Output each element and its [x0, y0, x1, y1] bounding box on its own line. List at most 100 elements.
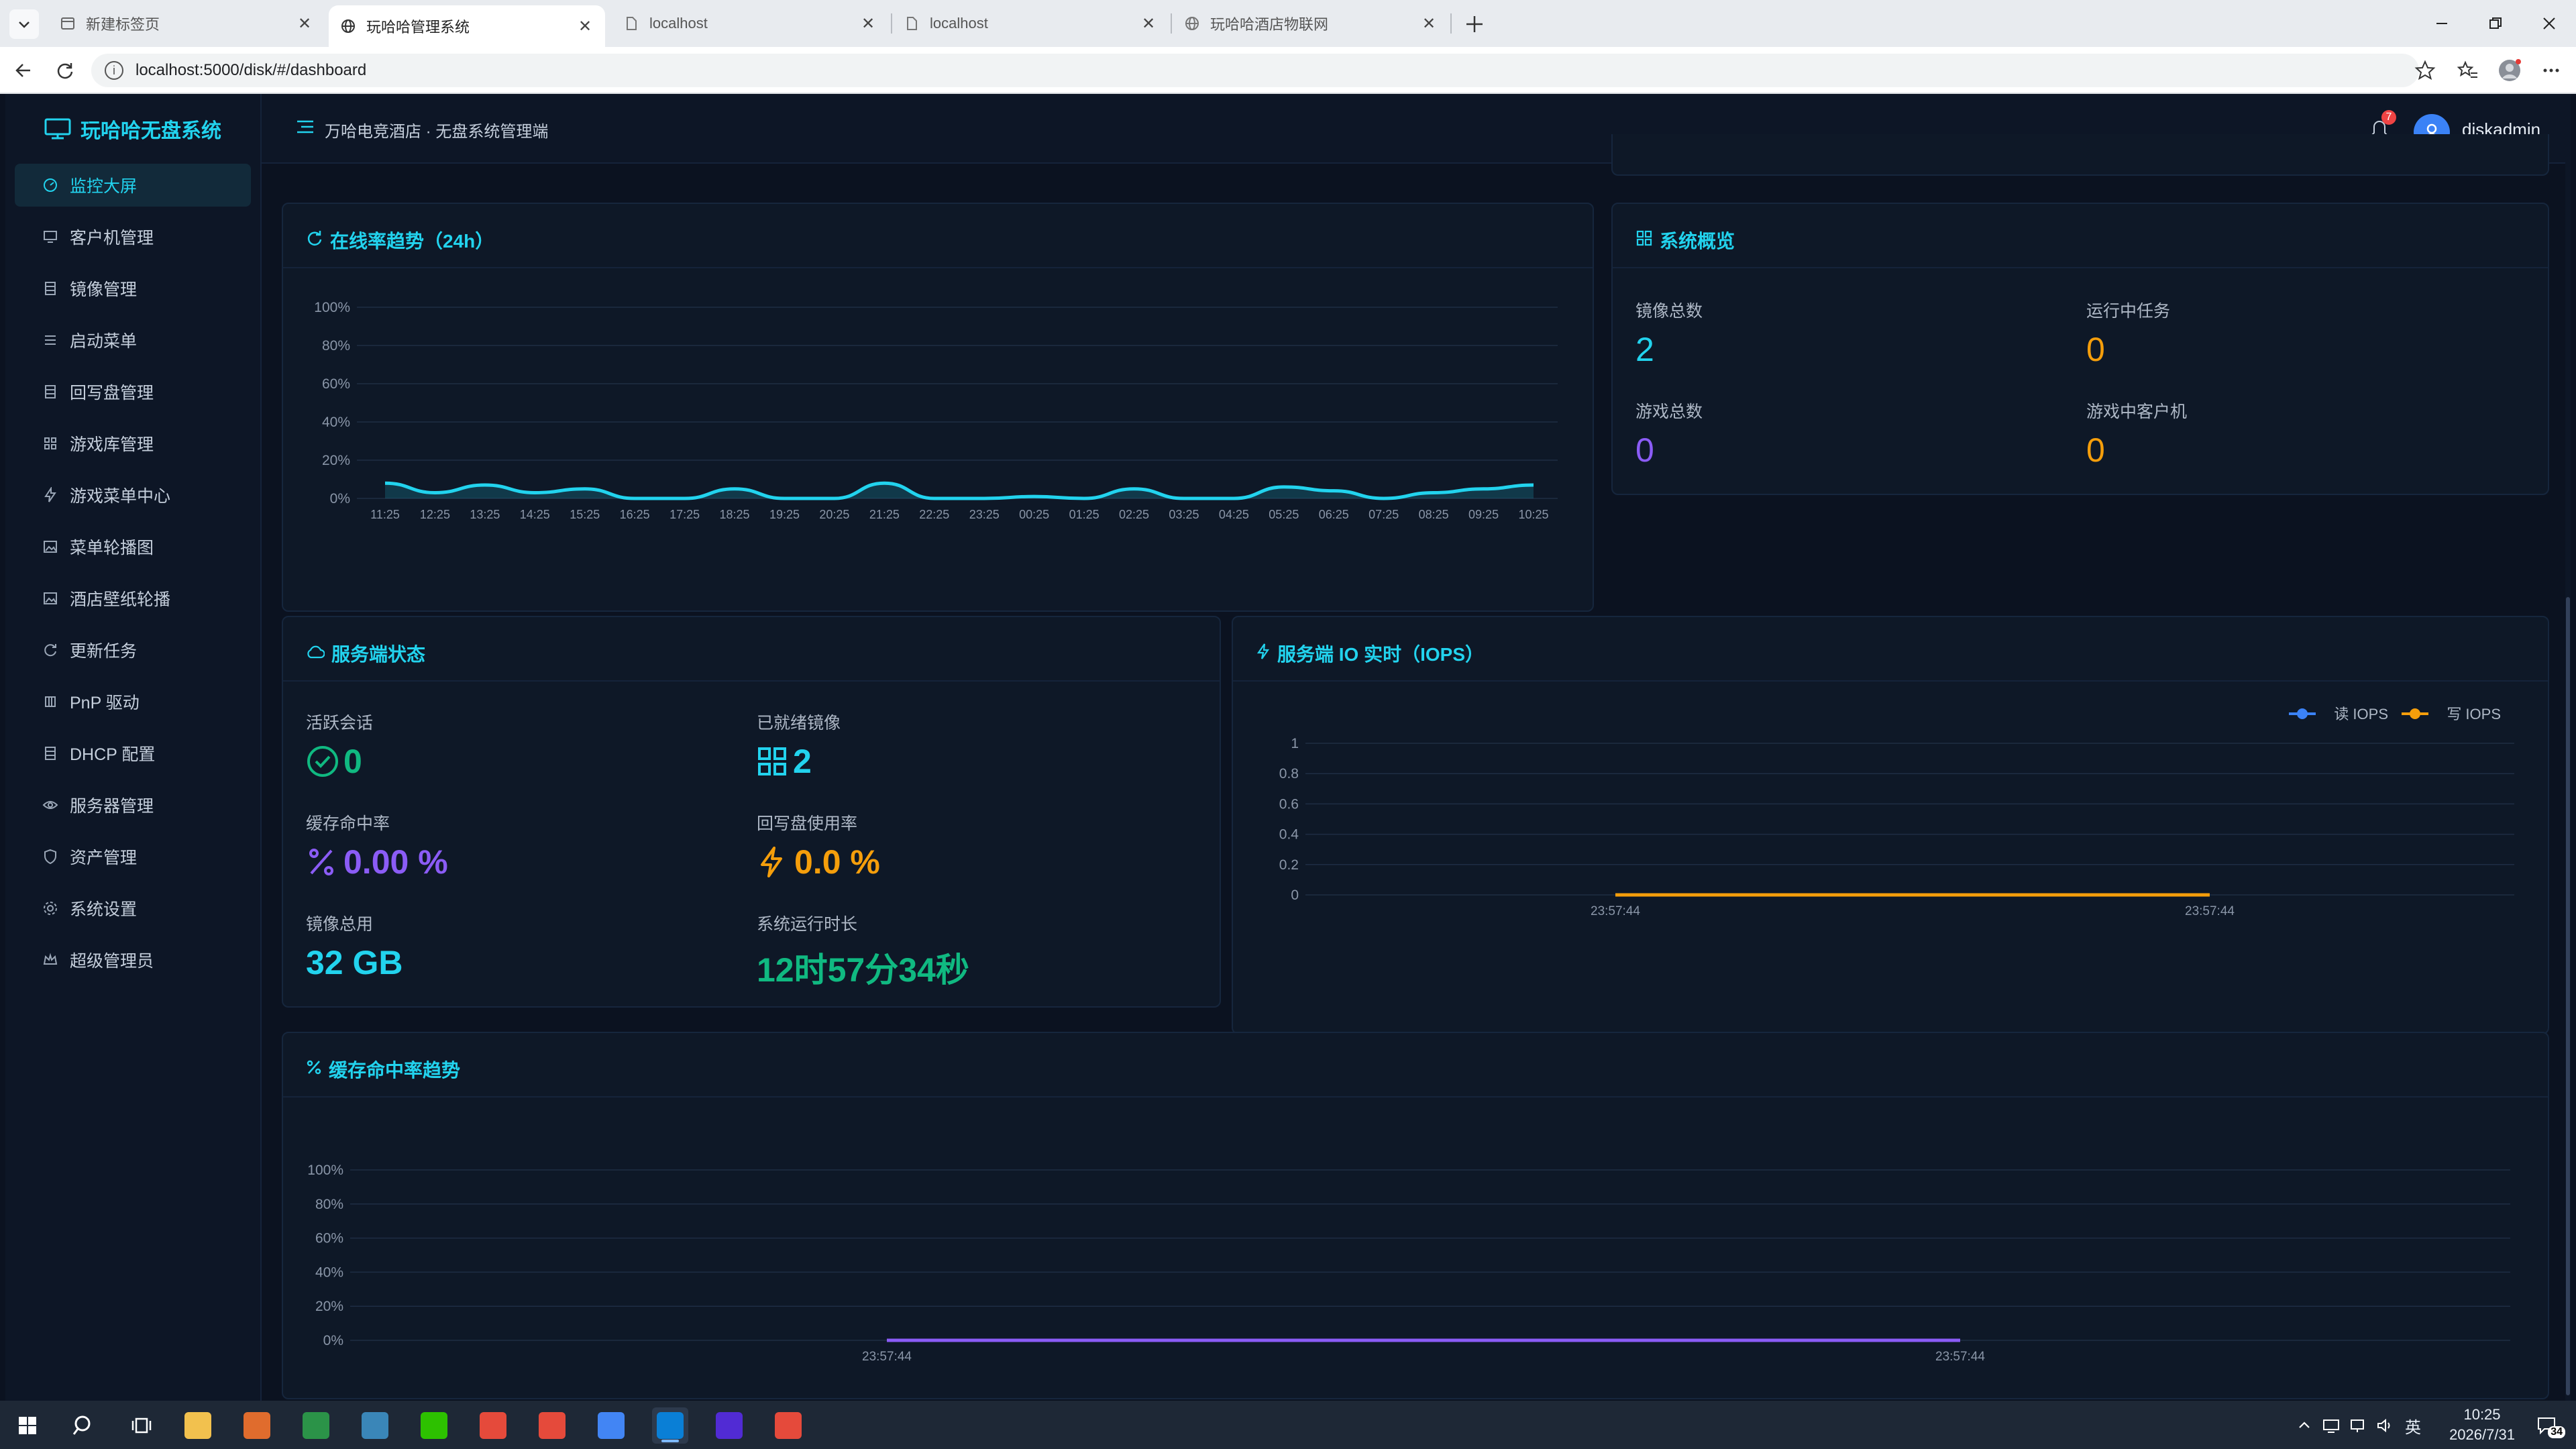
restore-button[interactable] [2469, 0, 2522, 47]
stat-uptime: 12时57分34秒 [757, 951, 969, 989]
sidebar-item-dashboard[interactable]: 监控大屏 [15, 164, 251, 207]
header-title: 万哈电竞酒店 · 无盘系统管理端 [325, 123, 549, 141]
sidebar-item-settings[interactable]: 系统设置 [15, 887, 251, 930]
sidebar-item-pnp-drivers[interactable]: PnP 驱动 [15, 680, 251, 723]
eye-icon [42, 796, 59, 814]
bolt-icon [1256, 643, 1271, 665]
bolt-icon [42, 486, 59, 504]
wps-writer-taskbar-icon[interactable] [475, 1407, 511, 1444]
x-tick-label: 16:25 [620, 508, 650, 521]
back-button[interactable] [8, 55, 39, 86]
network-icon[interactable] [2347, 1414, 2369, 1437]
display-icon[interactable] [2320, 1414, 2343, 1437]
menu-toggle-icon[interactable] [295, 117, 315, 137]
search-icon [72, 1415, 91, 1435]
shield-icon [42, 848, 59, 865]
close-icon[interactable]: ✕ [1419, 14, 1438, 33]
x-tick-label: 06:25 [1319, 508, 1349, 521]
chevron-up-icon[interactable] [2293, 1414, 2316, 1437]
dashboard-icon [42, 176, 59, 194]
more-options-icon[interactable] [2536, 55, 2567, 86]
stat-ready-images: 2 [757, 742, 812, 781]
grid-icon [758, 747, 786, 775]
file-explorer-taskbar-icon[interactable] [180, 1407, 216, 1444]
close-icon[interactable]: ✕ [859, 14, 877, 33]
sidebar-item-label: DHCP 配置 [70, 745, 156, 764]
app-c-taskbar-icon[interactable] [239, 1407, 275, 1444]
sidebar-item-images[interactable]: 镜像管理 [15, 267, 251, 310]
start-button[interactable] [9, 1407, 46, 1444]
plus-icon [1466, 16, 1483, 32]
clock-date[interactable]: 2026/7/31 [2435, 1426, 2529, 1444]
profile-icon[interactable] [2494, 55, 2525, 86]
search-button[interactable] [66, 1407, 102, 1444]
tab-list-button[interactable] [9, 9, 39, 39]
sidebar-item-wallpaper-carousel[interactable]: 酒店壁纸轮播 [15, 577, 251, 620]
sidebar-item-writeback[interactable]: 回写盘管理 [15, 370, 251, 413]
url-field[interactable]: i localhost:5000/disk/#/dashboard [91, 54, 2419, 87]
sidebar-item-label: 回写盘管理 [70, 384, 154, 402]
card-divider [283, 680, 1220, 682]
wechat-taskbar-icon[interactable] [416, 1407, 452, 1444]
sidebar-item-servers[interactable]: 服务器管理 [15, 784, 251, 826]
sidebar-item-label: 游戏菜单中心 [70, 487, 171, 506]
ime-indicator[interactable]: 英 [2402, 1414, 2424, 1437]
sidebar-item-dhcp[interactable]: DHCP 配置 [15, 732, 251, 775]
legend-marker [2297, 708, 2308, 719]
sidebar-item-label: 客户机管理 [70, 229, 154, 248]
browser-tab[interactable]: 新建标签页 ✕ [48, 5, 325, 42]
task-view-button[interactable] [123, 1407, 160, 1444]
terminal-taskbar-icon[interactable] [298, 1407, 334, 1444]
stat-label: 缓存命中率 [306, 814, 390, 833]
favorite-star-icon[interactable] [2410, 55, 2440, 86]
chrome-taskbar-icon[interactable] [593, 1407, 629, 1444]
x-tick-label: 10:25 [1518, 508, 1548, 521]
brand[interactable]: 玩哈哈无盘系统 [5, 94, 260, 164]
stat-label: 镜像总用 [306, 915, 374, 934]
wps-taskbar-icon[interactable] [770, 1407, 806, 1444]
y-tick-label: 20% [322, 453, 350, 468]
dotnet-taskbar-icon[interactable] [711, 1407, 747, 1444]
favorites-list-icon[interactable] [2453, 55, 2483, 86]
sidebar-item-menu-carousel[interactable]: 菜单轮播图 [15, 525, 251, 568]
browser-tab-active[interactable]: 玩哈哈管理系统 ✕ [329, 5, 605, 47]
close-icon[interactable]: ✕ [295, 14, 314, 33]
card-title-text: 在线率趋势（24h） [330, 231, 494, 252]
reload-button[interactable] [50, 55, 80, 86]
info-icon[interactable]: i [105, 61, 123, 80]
close-icon[interactable]: ✕ [576, 17, 594, 36]
browser-tab[interactable]: 玩哈哈酒店物联网 ✕ [1173, 5, 1449, 42]
sidebar-item-game-menu-center[interactable]: 游戏菜单中心 [15, 474, 251, 517]
clock-time[interactable]: 10:25 [2435, 1406, 2529, 1424]
edge-taskbar-icon[interactable] [652, 1407, 688, 1444]
x-tick-label: 21:25 [869, 508, 900, 521]
sidebar-item-label: 启动菜单 [70, 332, 138, 351]
sidebar-item-assets[interactable]: 资产管理 [15, 835, 251, 878]
check-circle-icon [307, 746, 338, 777]
wps-writer-2-taskbar-icon[interactable] [534, 1407, 570, 1444]
notification-count: 34 [2548, 1426, 2565, 1438]
sidebar-item-clients[interactable]: 客户机管理 [15, 215, 251, 258]
new-tab-button[interactable] [1460, 9, 1489, 39]
y-tick-label: 1 [1291, 736, 1299, 751]
card-title: 服务端状态 [306, 640, 425, 667]
x-tick-label: 17:25 [669, 508, 700, 521]
sidebar-item-boot-menu[interactable]: 启动菜单 [15, 319, 251, 362]
sidebar-item-update-tasks[interactable]: 更新任务 [15, 629, 251, 672]
notepad-taskbar-icon[interactable] [357, 1407, 393, 1444]
browser-tab[interactable]: localhost ✕ [892, 5, 1169, 42]
sidebar-item-label: 超级管理员 [70, 952, 154, 971]
sidebar-item-label: 服务器管理 [70, 797, 154, 816]
globe-icon [339, 17, 357, 35]
notification-center-icon[interactable]: 34 [2529, 1414, 2565, 1438]
close-window-button[interactable] [2522, 0, 2576, 47]
sidebar-item-super-admin[interactable]: 超级管理员 [15, 938, 251, 981]
volume-icon[interactable] [2373, 1414, 2396, 1437]
browser-tab[interactable]: localhost ✕ [612, 5, 888, 42]
sidebar-item-game-library[interactable]: 游戏库管理 [15, 422, 251, 465]
scrollbar-track[interactable] [2565, 94, 2571, 1401]
bolt-icon [761, 847, 782, 877]
scrollbar-thumb[interactable] [2566, 597, 2570, 1395]
minimize-button[interactable] [2415, 0, 2469, 47]
close-icon[interactable]: ✕ [1139, 14, 1158, 33]
